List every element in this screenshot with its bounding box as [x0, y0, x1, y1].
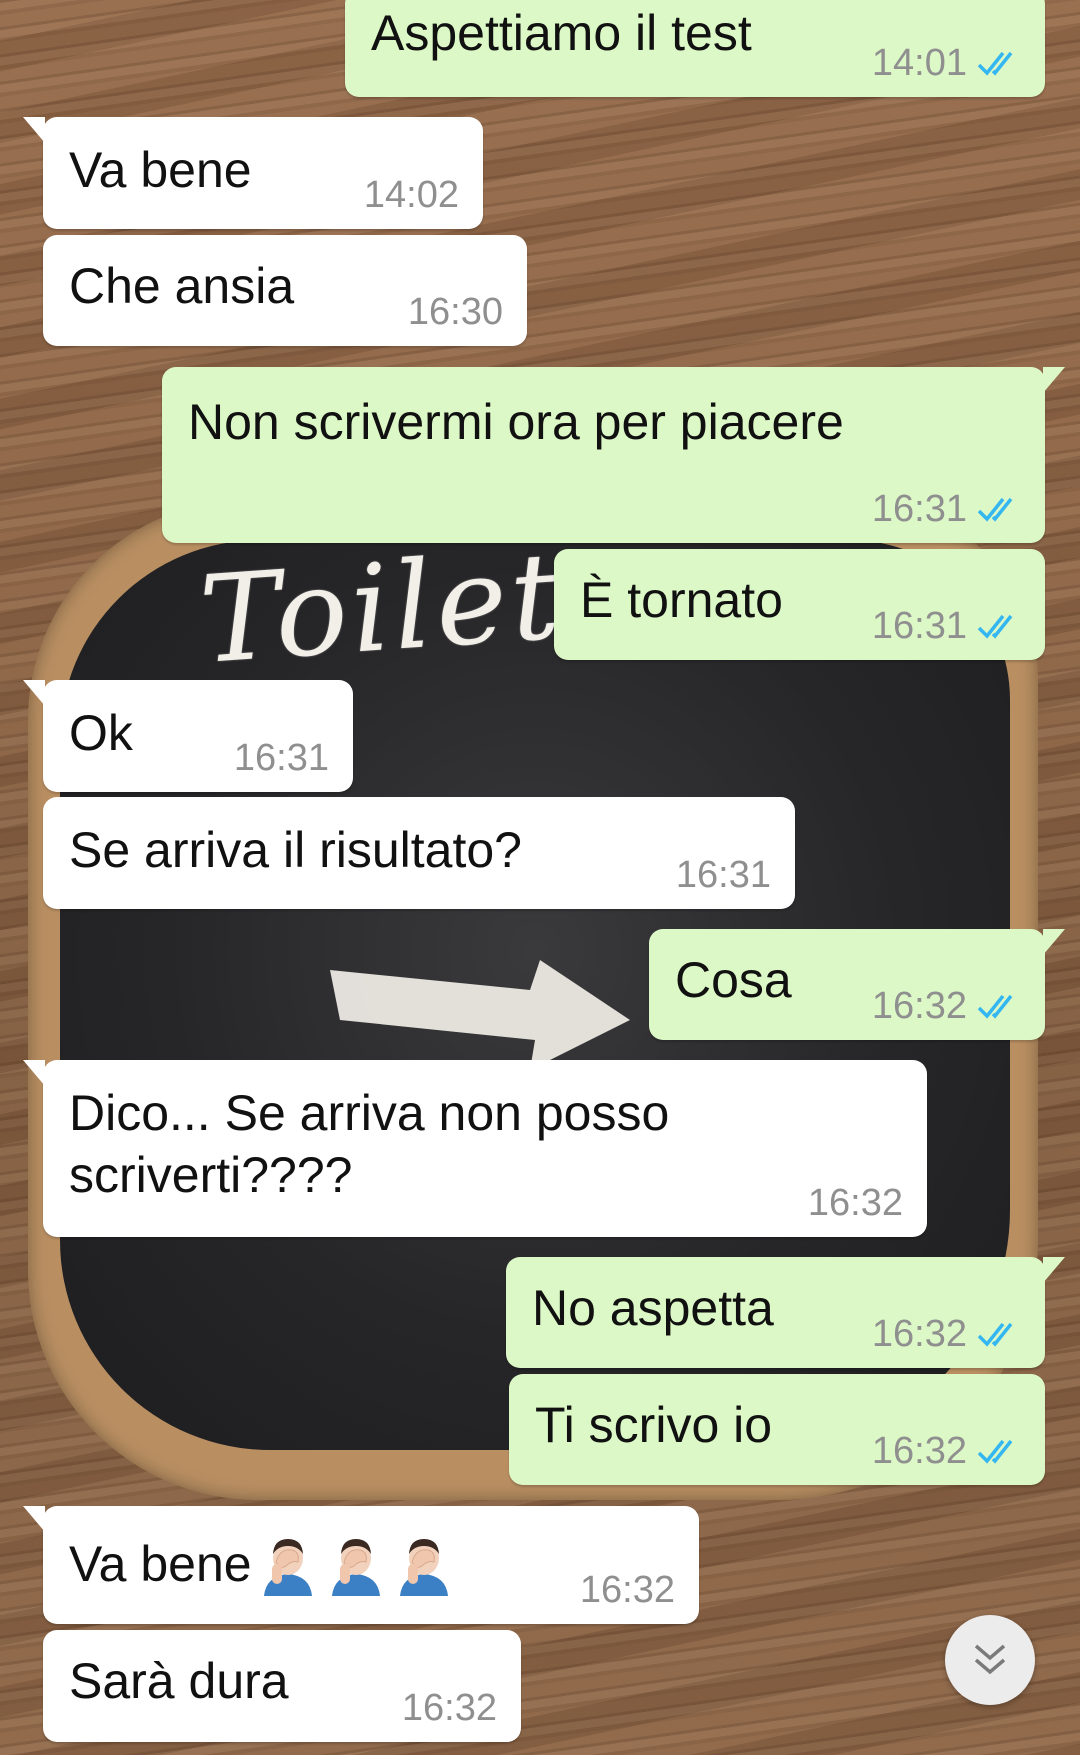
message-incoming[interactable]: Che ansia 16:30 [43, 235, 527, 346]
double-check-icon [977, 51, 1013, 76]
bubble-tail [23, 117, 45, 143]
message-meta: 16:30 [408, 292, 503, 332]
message-text: Non scrivermi ora per piacere [188, 394, 844, 450]
message-outgoing[interactable]: Cosa 16:32 [649, 929, 1065, 1040]
message-text: Va bene [69, 1532, 456, 1596]
message-time: 14:02 [363, 174, 459, 216]
wallpaper-chalk-arrow [330, 960, 630, 1070]
message-text: Aspettiamo il test [371, 5, 752, 61]
man-facepalming-icon [263, 1539, 312, 1596]
message-meta: 16:31 [234, 738, 329, 778]
double-check-icon [977, 1322, 1013, 1347]
message-time: 16:31 [871, 488, 967, 530]
message-incoming[interactable]: Sarà dura 16:32 [43, 1630, 521, 1742]
message-meta: 16:32 [872, 1431, 1021, 1471]
message-text: No aspetta [532, 1280, 774, 1336]
message-meta: 16:32 [580, 1570, 675, 1610]
double-check-icon [977, 614, 1013, 639]
message-text: Se arriva il risultato? [69, 822, 522, 878]
message-time: 14:01 [871, 42, 967, 84]
message-text: È tornato [580, 572, 783, 628]
bubble-tail [23, 680, 45, 706]
message-incoming[interactable]: Va bene 16:32 [23, 1506, 699, 1624]
message-text-label: Va bene [69, 1536, 252, 1592]
message-meta: 14:01 [872, 43, 1021, 83]
message-outgoing[interactable]: Non scrivermi ora per piacere 16:31 [162, 367, 1065, 543]
message-incoming[interactable]: Ok 16:31 [23, 680, 353, 792]
bubble-tail [1043, 1257, 1065, 1283]
message-meta: 16:32 [872, 1314, 1021, 1354]
message-text: Va bene [69, 142, 252, 198]
message-time: 16:32 [871, 1430, 967, 1472]
double-check-icon [977, 1439, 1013, 1464]
message-time: 16:32 [401, 1687, 497, 1729]
double-chevron-down-icon [974, 1644, 1006, 1675]
message-incoming[interactable]: Dico... Se arriva non posso scriverti???… [23, 1060, 927, 1237]
message-time: 16:32 [579, 1569, 675, 1611]
message-time: 16:32 [871, 985, 967, 1027]
message-time: 16:31 [871, 605, 967, 647]
message-text: Ok [69, 705, 133, 761]
message-meta: 14:02 [364, 175, 459, 215]
message-text: Che ansia [69, 258, 295, 314]
message-meta: 16:32 [808, 1183, 903, 1223]
message-text: Dico... Se arriva non posso scriverti???… [69, 1085, 684, 1203]
message-meta: 16:31 [872, 489, 1021, 529]
message-time: 16:32 [807, 1182, 903, 1224]
message-time: 16:31 [675, 854, 771, 896]
bubble-tail [23, 1506, 45, 1532]
message-text: Ti scrivo io [535, 1397, 773, 1453]
message-meta: 16:31 [676, 855, 771, 895]
scroll-to-bottom-button[interactable] [945, 1615, 1035, 1705]
message-text: Cosa [675, 952, 792, 1008]
message-outgoing[interactable]: Ti scrivo io 16:32 [509, 1374, 1045, 1485]
message-text: Sarà dura [69, 1653, 289, 1709]
message-meta: 16:32 [872, 986, 1021, 1026]
message-time: 16:31 [233, 737, 329, 779]
message-outgoing[interactable]: No aspetta 16:32 [506, 1257, 1065, 1368]
bubble-tail [1043, 929, 1065, 955]
message-outgoing[interactable]: È tornato 16:31 [554, 549, 1045, 660]
bubble-tail [23, 1060, 45, 1086]
man-facepalming-icon [331, 1539, 380, 1596]
message-time: 16:32 [871, 1313, 967, 1355]
double-check-icon [977, 497, 1013, 522]
message-incoming[interactable]: Va bene 14:02 [23, 117, 483, 229]
message-incoming[interactable]: Se arriva il risultato? 16:31 [43, 797, 795, 909]
message-meta: 16:31 [872, 606, 1021, 646]
double-check-icon [977, 994, 1013, 1019]
emoji-row [252, 1532, 456, 1596]
man-facepalming-icon [399, 1539, 448, 1596]
message-outgoing[interactable]: Aspettiamo il test 14:01 [345, 0, 1045, 97]
message-time: 16:30 [407, 291, 503, 333]
bubble-tail [1043, 367, 1065, 393]
message-meta: 16:32 [402, 1688, 497, 1728]
